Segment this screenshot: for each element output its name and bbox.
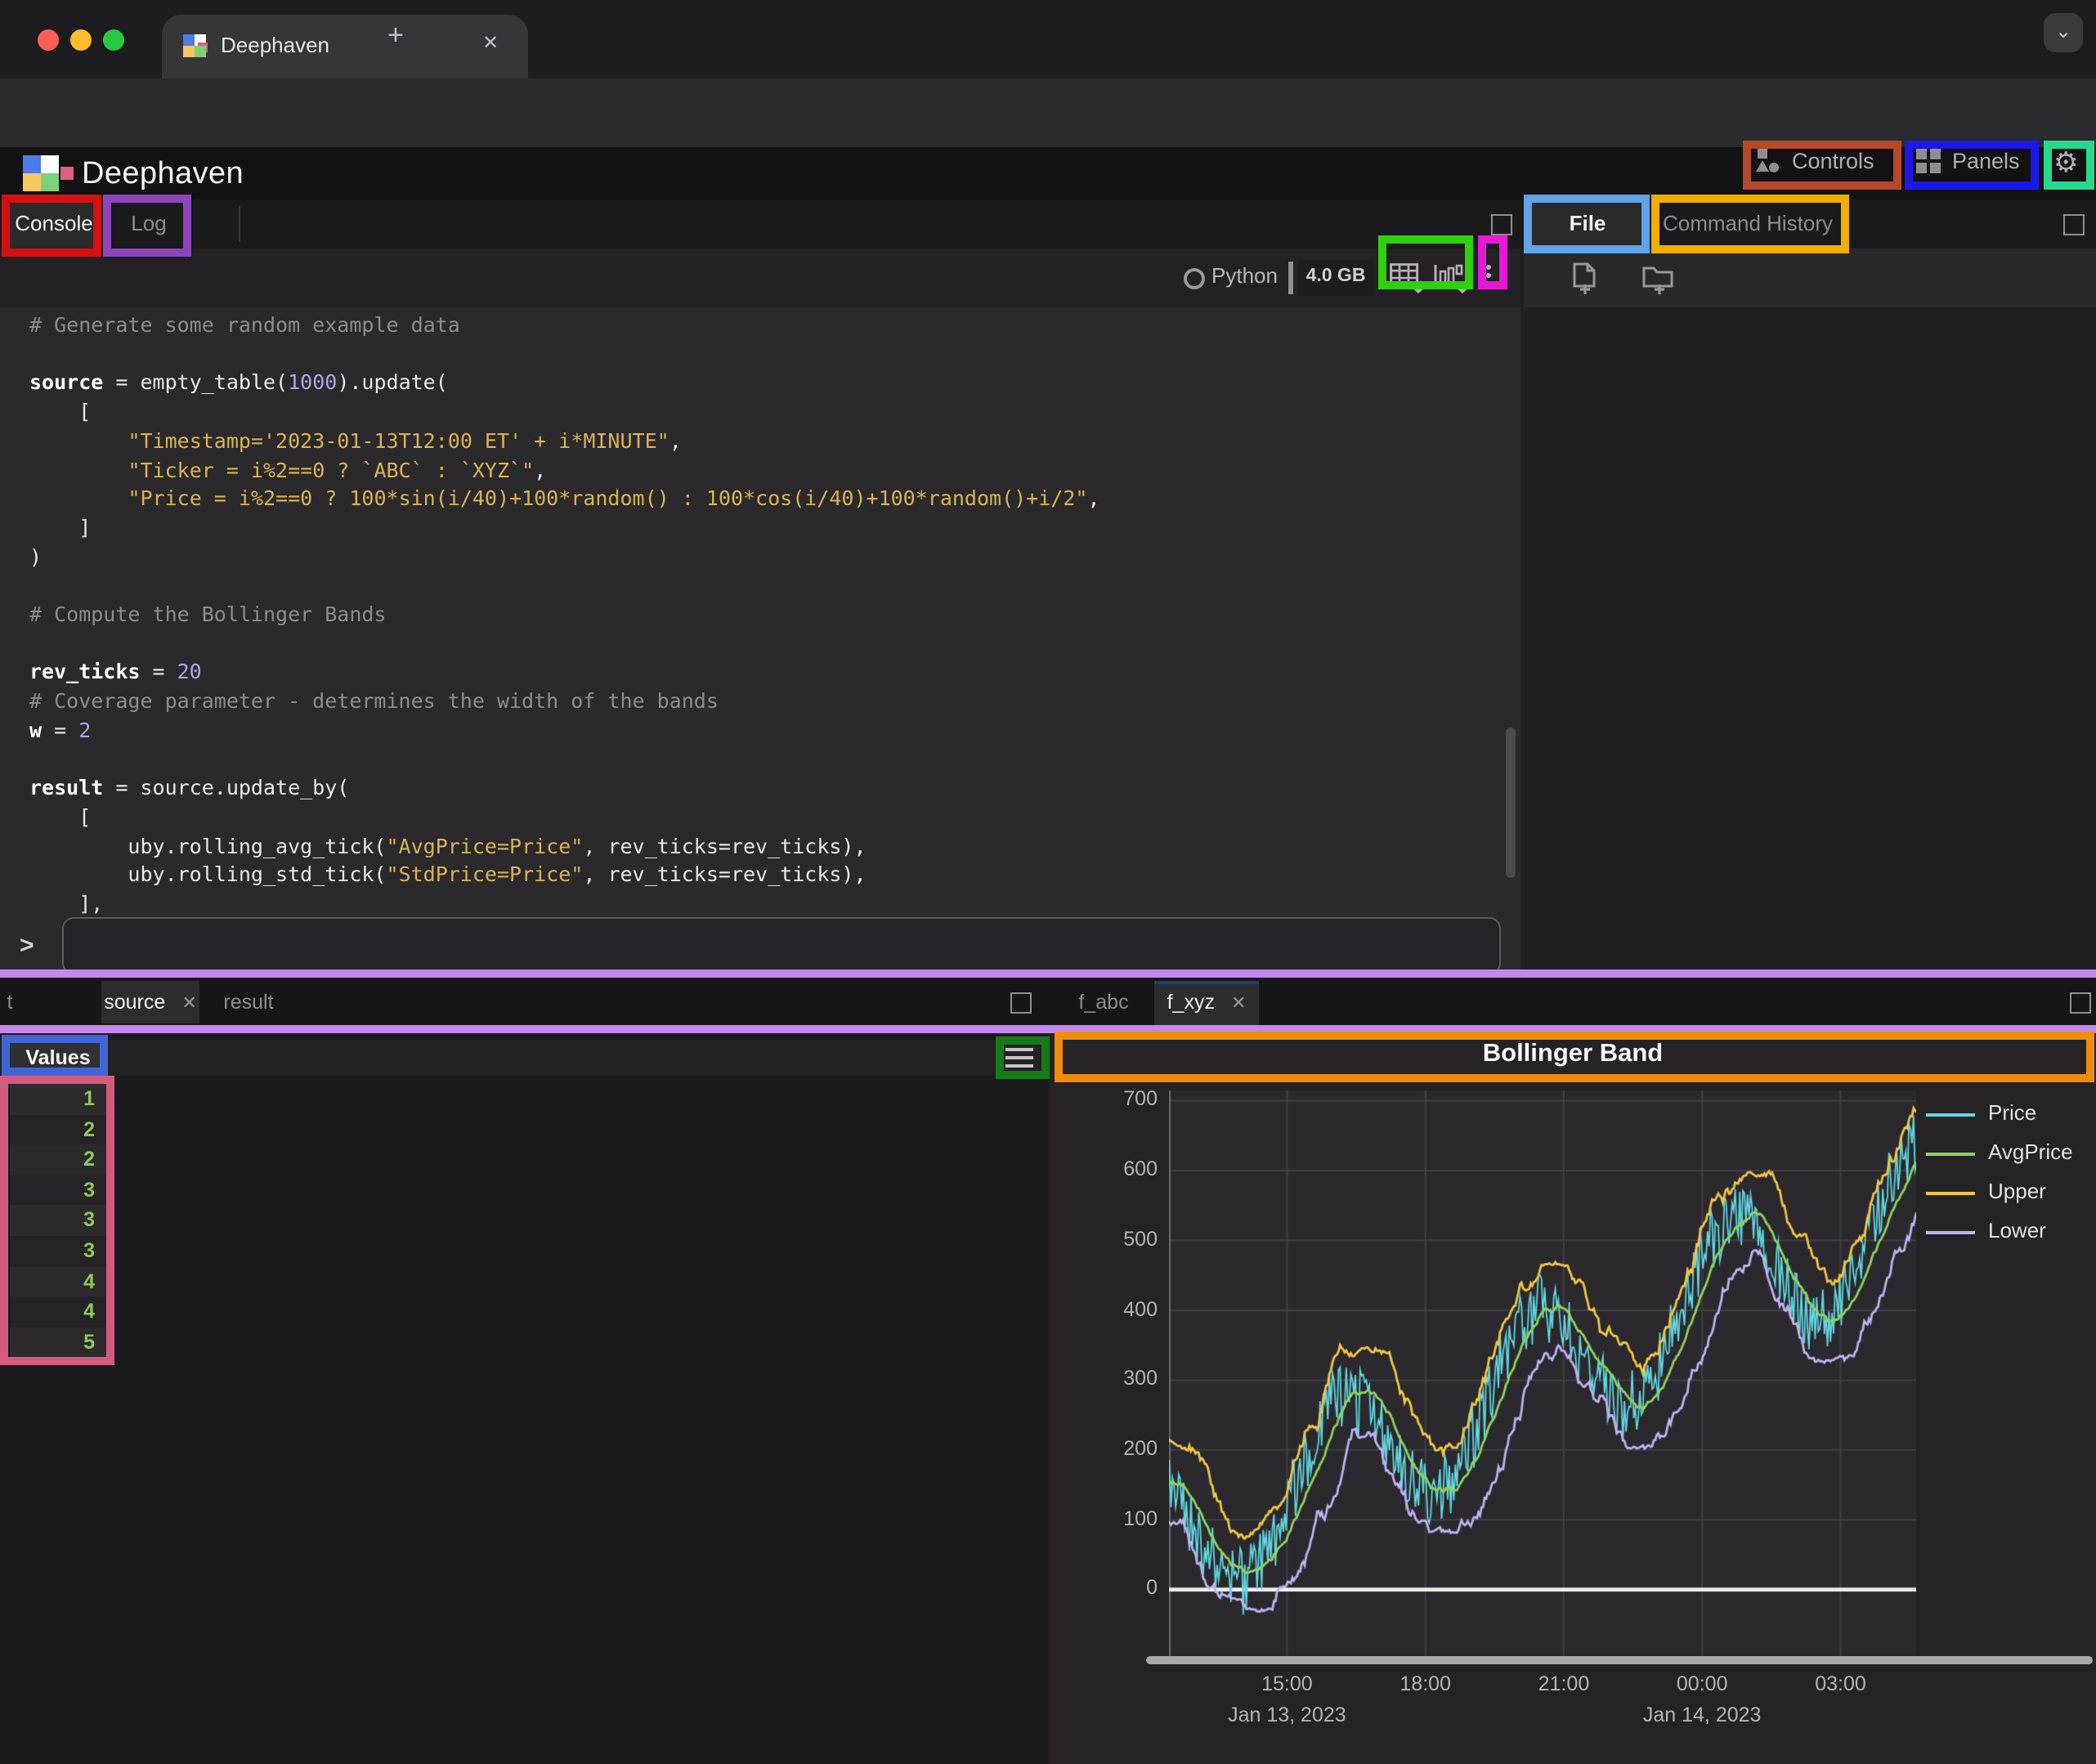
y-tick-label: 300	[1102, 1367, 1158, 1390]
browser-titlebar: Deephaven ✕ + ⌄	[0, 0, 2096, 78]
code-line: source = empty_table(1000).update(	[29, 369, 1509, 397]
table-panel: Values 122333445	[0, 1027, 1048, 1764]
code-line: w = 2	[29, 716, 1509, 745]
legend-label: Upper	[1988, 1179, 2046, 1203]
y-tick-label: 0	[1102, 1577, 1158, 1600]
command-history-box	[1651, 195, 1849, 253]
y-tick-label: 600	[1102, 1157, 1158, 1180]
y-tick-label: 400	[1102, 1297, 1158, 1320]
chart-scrollbar[interactable]	[1146, 1656, 2093, 1664]
x-tick-label: 18:00	[1377, 1672, 1475, 1695]
code-line	[29, 745, 1509, 773]
code-line: [	[29, 397, 1509, 426]
code-editor[interactable]: # Generate some random example data sour…	[29, 311, 1509, 919]
gear-box	[2044, 141, 2094, 190]
legend-label: Lower	[1988, 1218, 2046, 1242]
file-explorer-toolbar	[1524, 248, 2096, 307]
console-maximize-icon[interactable]	[1491, 214, 1512, 235]
panels-box	[1905, 141, 2039, 190]
y-tick-label: 700	[1102, 1088, 1158, 1111]
deephaven-brand: Deephaven	[82, 157, 244, 193]
x-tick-label: 21:00	[1515, 1672, 1613, 1695]
table-menu-box	[996, 1036, 1050, 1079]
code-line: )	[29, 542, 1509, 571]
code-line: "Price = i%2==0 ? 100*sin(i/40)+100*rand…	[29, 484, 1509, 513]
browser-tab[interactable]: Deephaven ✕	[162, 15, 528, 78]
code-line: "Ticker = i%2==0 ? `ABC` : `XYZ`",	[29, 455, 1509, 484]
log-tab-box	[103, 195, 191, 257]
code-line: ],	[29, 889, 1509, 918]
code-line	[29, 571, 1509, 600]
controls-box	[1743, 141, 1901, 190]
code-line: rev_ticks = 20	[29, 658, 1509, 687]
tab-close-icon[interactable]: ✕	[482, 31, 499, 54]
traffic-light-maximize[interactable]	[103, 29, 124, 51]
console-input[interactable]	[62, 917, 1501, 974]
code-line	[29, 629, 1509, 657]
legend-label: Price	[1988, 1100, 2036, 1125]
legend-line-swatch	[1926, 1192, 1975, 1195]
values-rows-box	[0, 1076, 114, 1365]
code-line: [	[29, 803, 1509, 831]
table-header-row: Values	[0, 1040, 1048, 1076]
chart-title-box	[1055, 1032, 2094, 1082]
code-line: ]	[29, 513, 1509, 542]
screenshot-root: Deephaven ✕ + ⌄ ← → ⟳ i localhost:10000/…	[0, 0, 2096, 1764]
deephaven-logo	[23, 155, 72, 191]
deephaven-favicon	[183, 34, 208, 59]
kebab-box	[1478, 235, 1507, 289]
x-tick-label: 00:00	[1653, 1672, 1751, 1695]
code-line: # Coverage parameter - determines the wi…	[29, 687, 1509, 715]
y-tick-label: 100	[1102, 1507, 1158, 1529]
y-tick-label: 500	[1102, 1228, 1158, 1251]
legend-line-swatch	[1926, 1231, 1975, 1234]
browser-tab-title: Deephaven	[221, 33, 329, 57]
bottom-strip-box	[0, 969, 2096, 1033]
x-tick-label: 03:00	[1791, 1672, 1889, 1695]
values-header-box	[2, 1035, 108, 1076]
console-tab-box	[2, 195, 101, 257]
session-language: Python	[1211, 263, 1278, 288]
y-tick-label: 200	[1102, 1437, 1158, 1460]
x-tick-label: 15:00	[1238, 1672, 1336, 1695]
code-line: uby.rolling_std_tick("StdPrice=Price", r…	[29, 861, 1509, 889]
tab-search-chevron-icon[interactable]: ⌄	[2044, 13, 2083, 52]
code-line: # Generate some random example data	[29, 311, 1509, 339]
new-tab-icon[interactable]: +	[387, 20, 404, 52]
console-actions-box	[1378, 235, 1473, 289]
file-explorer-box	[1524, 195, 1650, 253]
memory-divider	[1288, 262, 1293, 294]
explorer-maximize-icon[interactable]	[2063, 214, 2085, 235]
chart-panel: Bollinger Band 7006005004003002001000 15…	[1050, 1027, 2096, 1764]
editor-scrollbar[interactable]	[1506, 728, 1516, 878]
session-status-icon	[1184, 268, 1205, 289]
browser-toolbar: ← → ⟳ i localhost:10000/ide/ E Relaunch …	[0, 78, 2096, 147]
code-line: "Timestamp='2023-01-13T12:00 ET' + i*MIN…	[29, 427, 1509, 455]
code-line: # Compute the Bollinger Bands	[29, 600, 1509, 629]
memory-usage: 4.0 GB	[1298, 260, 1373, 296]
tab-divider	[239, 206, 240, 242]
console-toolbar: Python 4.0 GB	[0, 248, 1520, 307]
legend-line-swatch	[1926, 1113, 1975, 1117]
new-folder-icon[interactable]	[1641, 262, 1677, 296]
code-line: result = source.update_by(	[29, 774, 1509, 803]
new-file-icon[interactable]	[1570, 262, 1602, 296]
legend-line-swatch	[1926, 1153, 1975, 1156]
traffic-light-minimize[interactable]	[70, 29, 92, 51]
file-explorer-panel	[1524, 248, 2096, 981]
chart-plot-area[interactable]	[1169, 1090, 1916, 1659]
traffic-light-close[interactable]	[38, 29, 59, 51]
x-date-label: Jan 14, 2023	[1628, 1704, 1776, 1726]
console-panel: Python 4.0 GB # Generate some random exa…	[0, 248, 1520, 981]
console-prompt: >	[20, 932, 34, 960]
x-date-label: Jan 13, 2023	[1213, 1704, 1360, 1726]
code-line: uby.rolling_avg_tick("AvgPrice=Price", r…	[29, 831, 1509, 860]
code-line	[29, 339, 1509, 368]
legend-label: AvgPrice	[1988, 1139, 2073, 1164]
